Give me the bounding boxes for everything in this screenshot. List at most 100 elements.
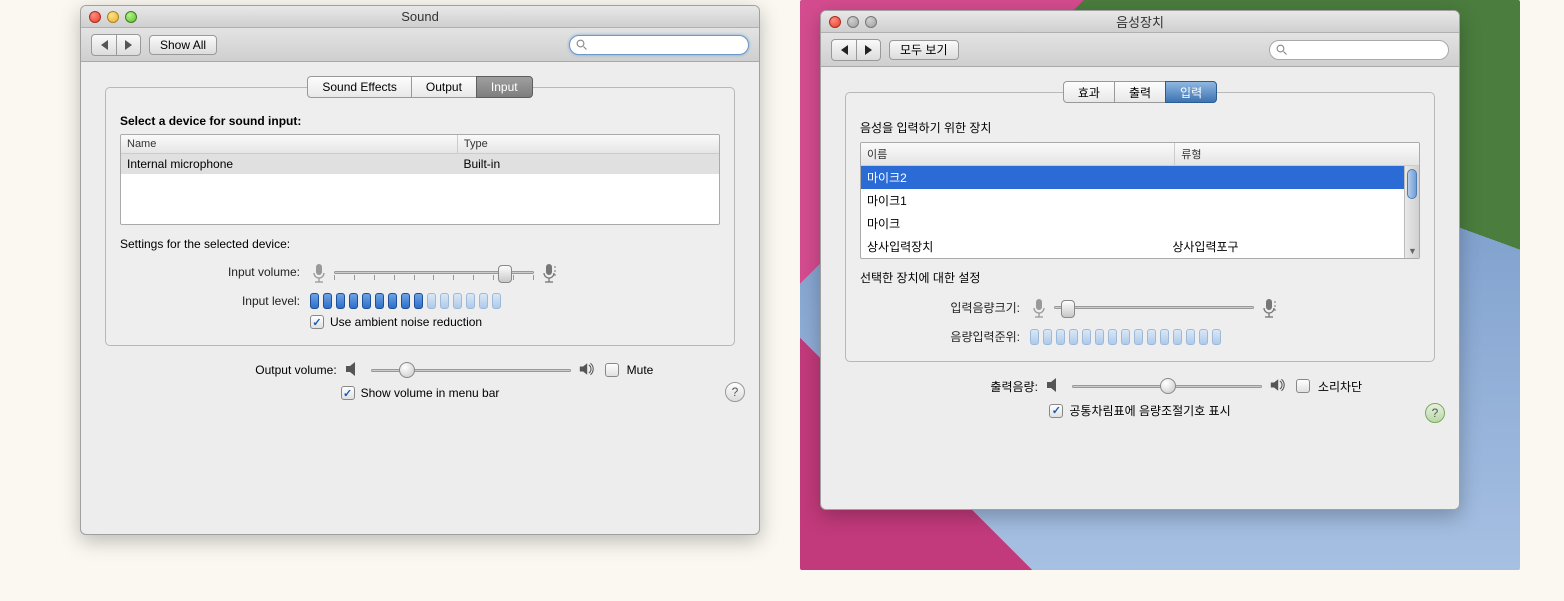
show-all-button[interactable]: 모두 보기 [889,40,959,60]
nav-back-forward [91,34,141,56]
output-volume-label: Output volume: [187,363,337,377]
level-bar [492,293,501,309]
level-bar [388,293,397,309]
select-device-label: Select a device for sound input: [120,114,720,128]
level-bar [1212,329,1221,345]
show-in-menubar-label: 공통차림표에 음량조절기호 표시 [1069,402,1230,419]
level-bar [427,293,436,309]
input-volume-label: Input volume: [120,265,300,279]
mute-checkbox[interactable] [605,363,619,377]
input-level-label: 음량입력준위: [860,328,1020,345]
back-button[interactable] [832,40,856,60]
help-button[interactable]: ? [725,382,745,402]
show-in-menubar-checkbox[interactable] [341,386,355,400]
speaker-low-icon [1046,377,1064,396]
level-bar [1186,329,1195,345]
level-bar [466,293,475,309]
titlebar[interactable]: 음성장치 [821,11,1459,33]
show-in-menubar-checkbox[interactable] [1049,404,1063,418]
search-icon [1276,44,1288,56]
tab-sound-effects[interactable]: Sound Effects [307,76,412,98]
input-volume-slider[interactable] [334,262,534,282]
input-level-meter [310,293,501,309]
back-button[interactable] [92,35,116,55]
device-list[interactable]: 이름 류형 마이크2 마이크1 마이크 [860,142,1420,259]
window-title: 음성장치 [821,12,1459,31]
level-bar [1199,329,1208,345]
scrollbar-thumb[interactable] [1407,169,1417,199]
input-panel: 음성을 입력하기 위한 장치 이름 류형 마이크2 마이크1 [845,92,1435,362]
search-field[interactable] [1269,40,1449,60]
level-bar [310,293,319,309]
level-bar [414,293,423,309]
show-all-button[interactable]: Show All [149,35,217,55]
input-level-label: Input level: [120,294,300,308]
tab-input[interactable]: Input [476,76,533,98]
titlebar[interactable]: Sound [81,6,759,28]
window-title: Sound [81,9,759,24]
tabs: 효과 출력 입력 [845,81,1435,103]
mute-checkbox[interactable] [1296,379,1310,393]
level-bar [1108,329,1117,345]
mute-label: 소리차단 [1318,378,1362,395]
output-volume-slider[interactable] [371,360,571,380]
speaker-high-icon [579,361,597,380]
level-bar [336,293,345,309]
level-bar [375,293,384,309]
nav-back-forward [831,39,881,61]
ambient-noise-checkbox[interactable] [310,315,324,329]
ambient-noise-label: Use ambient noise reduction [330,315,482,329]
device-row[interactable]: 마이크1 [861,189,1404,212]
search-icon [576,39,588,51]
tab-effects[interactable]: 효과 [1063,81,1115,103]
speaker-low-icon [345,361,363,380]
level-bar [1069,329,1078,345]
mic-low-icon [1030,294,1048,320]
tab-output[interactable]: 출력 [1114,81,1166,103]
col-name[interactable]: 이름 [861,143,1175,165]
mute-label: Mute [627,363,654,377]
col-name[interactable]: Name [121,135,458,153]
mic-low-icon [310,259,328,285]
scroll-down-icon[interactable]: ▼ [1408,246,1416,256]
device-row[interactable]: 마이크2 [861,166,1404,189]
sound-window-ko: 음성장치 모두 보기 효과 출력 입력 음성을 입력하기 위한 장치 이름 류형 [820,10,1460,510]
tab-input[interactable]: 입력 [1165,81,1217,103]
level-bar [1121,329,1130,345]
search-field[interactable] [569,35,749,55]
level-bar [440,293,449,309]
mic-high-icon [1260,294,1278,320]
sound-window-en: Sound Show All Sound Effects Output Inpu… [80,5,760,535]
device-row[interactable]: Internal microphone Built-in [121,154,719,174]
mic-high-icon [540,259,558,285]
device-list[interactable]: Name Type Internal microphone Built-in [120,134,720,225]
input-level-meter [1030,329,1221,345]
output-volume-label: 출력음량: [918,378,1038,395]
tab-output[interactable]: Output [411,76,477,98]
device-row[interactable]: 상사입력장치 상사입력포구 [861,235,1404,258]
level-bar [1030,329,1039,345]
level-bar [1056,329,1065,345]
tabs: Sound Effects Output Input [105,76,735,98]
col-type[interactable]: 류형 [1175,143,1419,165]
input-volume-slider[interactable] [1054,297,1254,317]
settings-label: Settings for the selected device: [120,237,720,251]
level-bar [349,293,358,309]
level-bar [479,293,488,309]
level-bar [453,293,462,309]
level-bar [1134,329,1143,345]
col-type[interactable]: Type [458,135,719,153]
level-bar [1043,329,1052,345]
input-panel: Select a device for sound input: Name Ty… [105,87,735,346]
settings-label: 선택한 장치에 대한 설정 [860,269,1420,286]
device-row[interactable]: 마이크 [861,212,1404,235]
scrollbar[interactable]: ▼ [1404,166,1419,258]
output-volume-slider[interactable] [1072,376,1262,396]
forward-button[interactable] [856,40,880,60]
forward-button[interactable] [116,35,140,55]
help-button[interactable]: ? [1425,403,1445,423]
level-bar [1147,329,1156,345]
level-bar [1160,329,1169,345]
input-volume-label: 입력음량크기: [860,299,1020,316]
toolbar: Show All [81,28,759,62]
